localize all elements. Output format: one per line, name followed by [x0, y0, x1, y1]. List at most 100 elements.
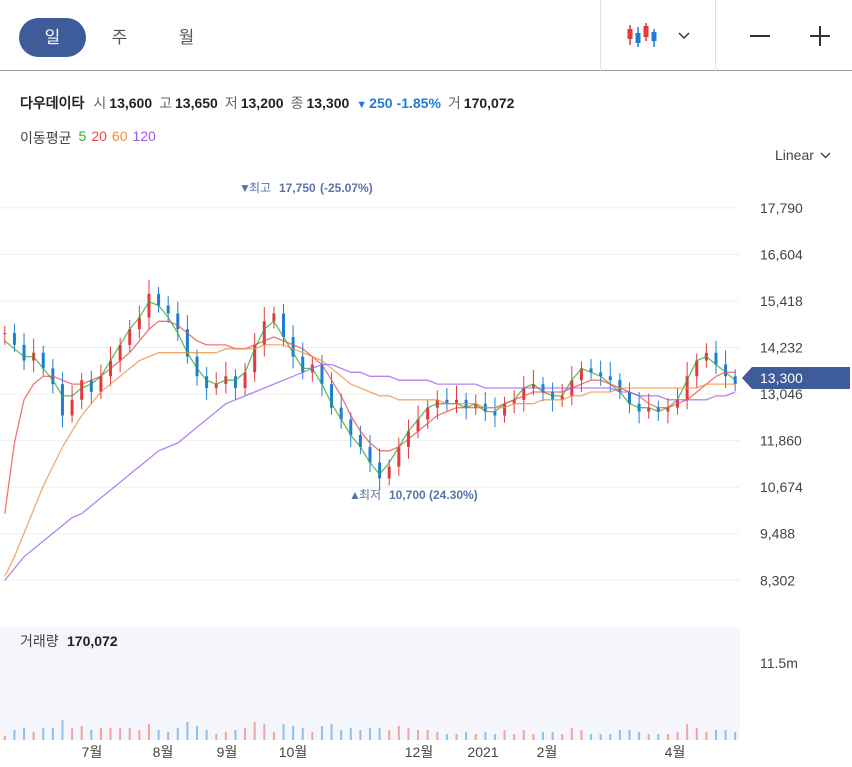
- volume-bar: [109, 728, 112, 740]
- candle-body: [272, 313, 276, 322]
- low-annotation-pct: (24.30%): [429, 488, 478, 502]
- volume-bar: [272, 732, 275, 740]
- high-annotation-pct: (-25.07%): [320, 181, 373, 195]
- volume-legend-value: 170,072: [67, 633, 118, 649]
- x-tick-label: 12월: [405, 744, 433, 760]
- volume-bar: [80, 726, 83, 740]
- volume-bar: [513, 734, 516, 740]
- y-tick-label: 15,418: [760, 293, 803, 309]
- volume-bar: [90, 730, 93, 740]
- volume-bar: [522, 730, 525, 740]
- volume-bar: [378, 728, 381, 740]
- volume-bar: [71, 728, 74, 740]
- volume-bar: [23, 728, 26, 740]
- volume-bar: [532, 734, 535, 740]
- volume-bar: [484, 732, 487, 740]
- volume-bar: [340, 730, 343, 740]
- volume-bar: [436, 732, 439, 740]
- volume-bar: [657, 734, 660, 740]
- candles: [3, 279, 737, 491]
- candle-body: [503, 403, 507, 416]
- candle-body: [387, 466, 391, 479]
- volume-bar: [465, 732, 468, 740]
- low-annotation: ▲ 최저 10,700 (24.30%): [349, 488, 478, 502]
- volume-bar: [638, 732, 641, 740]
- high-annotation-value: 17,750: [279, 181, 316, 195]
- y-tick-label: 17,790: [760, 200, 803, 216]
- volume-bar: [196, 726, 199, 740]
- y-tick-label: 8,302: [760, 572, 795, 588]
- candle-body: [89, 380, 93, 392]
- volume-bar: [369, 728, 371, 740]
- volume-bar: [205, 730, 208, 740]
- candle-body: [41, 352, 45, 369]
- volume-bar: [301, 728, 304, 740]
- volume-bar: [599, 734, 602, 740]
- volume-bar: [676, 732, 679, 740]
- volume-bar: [695, 728, 698, 740]
- volume-bar: [561, 734, 564, 740]
- candle-body: [724, 364, 728, 377]
- candle-body: [282, 313, 286, 338]
- volume-bar: [42, 728, 45, 740]
- candle-body: [22, 344, 26, 361]
- candle-body: [243, 372, 247, 389]
- volume-bar: [244, 728, 247, 740]
- volume-bar: [215, 734, 218, 740]
- volume-bar: [138, 730, 141, 740]
- volume-bar: [570, 728, 573, 740]
- volume-tick-label: 11.5m: [760, 655, 798, 671]
- volume-bar: [618, 730, 621, 740]
- volume-bar: [176, 728, 179, 740]
- volume-bar: [388, 730, 391, 740]
- y-tick-label: 16,604: [760, 246, 803, 262]
- volume-bar: [99, 728, 102, 740]
- candle-body: [60, 384, 64, 416]
- volume-bar: [147, 724, 150, 740]
- candle-body: [3, 333, 7, 335]
- volume-bar: [167, 732, 170, 740]
- volume-bar: [320, 726, 323, 740]
- volume-bar: [61, 720, 64, 740]
- x-tick-label: 2021: [467, 744, 498, 760]
- low-annotation-value: 10,700: [389, 488, 426, 502]
- volume-bar: [13, 730, 16, 740]
- candle-body: [99, 376, 103, 392]
- current-price-marker: 13,300: [742, 367, 850, 389]
- volume-bar: [551, 732, 554, 740]
- volume-bar: [426, 730, 429, 740]
- volume-bar: [686, 724, 689, 740]
- volume-bar: [234, 730, 237, 740]
- candle-body: [157, 293, 161, 306]
- candle-body: [233, 376, 237, 389]
- x-tick-label: 2월: [537, 744, 558, 760]
- volume-bar: [734, 732, 737, 740]
- volume-bar: [628, 730, 631, 740]
- x-axis: 7월 8월 9월 10월 12월 2021 2월 4월: [82, 744, 686, 760]
- volume-bar: [580, 730, 583, 740]
- y-tick-label: 10,674: [760, 479, 803, 495]
- volume-bar: [128, 728, 131, 740]
- volume-bar: [666, 734, 669, 740]
- volume-bar: [647, 734, 650, 740]
- y-tick-label: 9,488: [760, 526, 795, 542]
- volume-bar: [609, 734, 612, 740]
- candle-body: [12, 333, 16, 345]
- volume-bar: [407, 728, 410, 740]
- price-chart[interactable]: 17,79016,60415,41814,23213,04611,86010,6…: [0, 0, 852, 767]
- volume-bar: [157, 730, 160, 740]
- volume-bar: [3, 736, 6, 740]
- ma-120-line: [4, 363, 736, 581]
- volume-bar: [51, 728, 54, 740]
- candle-body: [70, 399, 74, 416]
- low-annotation-label: 최저: [359, 488, 381, 502]
- volume-bar: [714, 730, 717, 740]
- x-tick-label: 4월: [665, 744, 686, 760]
- current-price-label: 13,300: [760, 370, 803, 386]
- candle-body: [618, 380, 622, 392]
- volume-bar: [349, 728, 352, 740]
- volume-bar: [493, 734, 496, 740]
- volume-bar: [474, 734, 477, 740]
- volume-bar: [32, 732, 35, 740]
- candle-body: [166, 305, 170, 314]
